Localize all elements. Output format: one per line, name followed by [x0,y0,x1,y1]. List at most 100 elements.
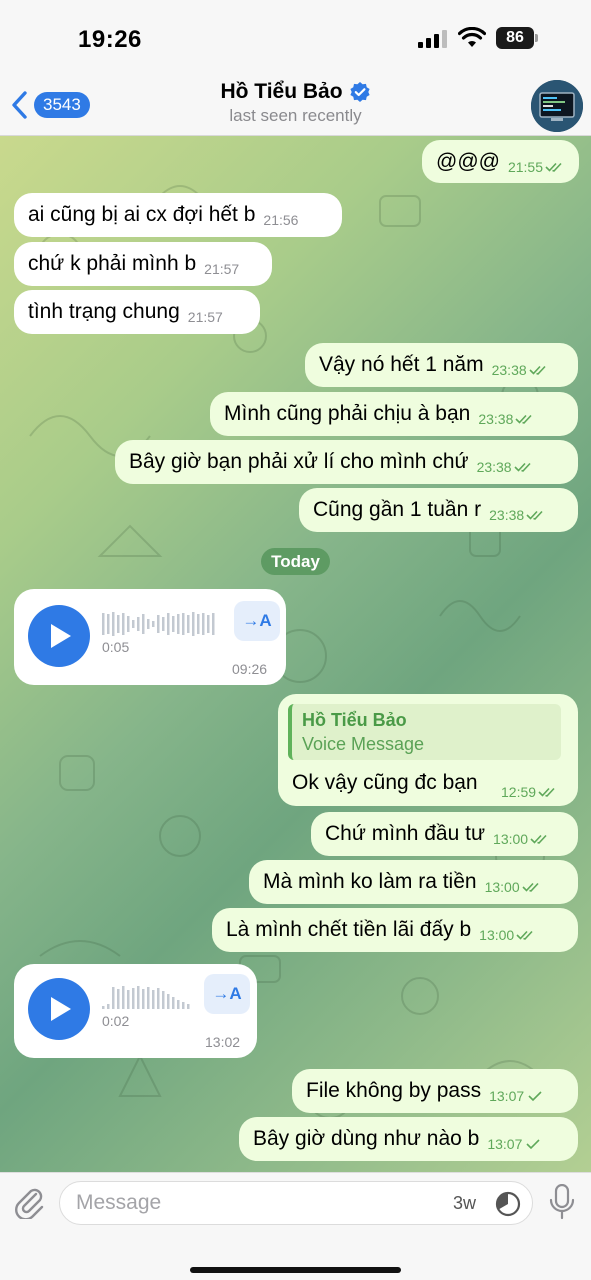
double-check-icon [522,882,539,892]
double-check-icon [514,462,531,472]
message-meta: 13:07 [487,1131,544,1157]
message-time: 21:56 [263,212,299,228]
message-outgoing-reply[interactable]: Hồ Tiểu Bảo Voice Message Ok vậy cũng đc… [278,694,578,806]
message-text: @@@ [436,149,500,173]
voice-waveform [102,986,190,1009]
home-indicator [190,1267,401,1273]
single-check-icon [526,1139,540,1150]
message-outgoing[interactable]: Cũng gần 1 tuần r 23:38 [299,488,578,532]
message-meta: 21:56 [263,207,298,233]
double-check-icon [515,414,532,424]
voice-duration: 0:05 [102,639,130,655]
message-meta: 23:38 [478,406,535,432]
chat-title[interactable]: Hồ Tiểu Bảo [220,80,370,104]
chat-area[interactable]: @@@ 21:55 ai cũng bị ai cx đợi hết b 21:… [0,136,591,1172]
timer-icon[interactable] [494,1190,522,1218]
mic-icon[interactable] [549,1184,575,1220]
message-meta: 23:38 [477,454,534,480]
contact-name: Hồ Tiểu Bảo [220,80,343,103]
message-meta: 21:57 [188,304,223,330]
date-separator: Today [261,548,330,575]
message-meta: 13:00 [485,874,542,900]
avatar-image [531,80,583,132]
message-text: Bây giờ dùng như nào b [253,1127,480,1150]
voice-time: 13:02 [205,1034,241,1050]
wifi-icon [458,27,486,47]
message-outgoing[interactable]: Mình cũng phải chịu à bạn 23:38 [210,392,578,436]
message-outgoing[interactable]: Là mình chết tiền lãi đấy b 13:00 [212,908,578,952]
timer-label: 3w [453,1193,477,1213]
message-text: Bây giờ bạn phải xử lí cho mình chứ [129,450,469,473]
voice-message[interactable]: 0:02 →A 13:02 [14,964,257,1058]
message-time: 23:38 [478,411,514,427]
message-outgoing[interactable]: Mà mình ko làm ra tiền 13:00 [249,860,578,904]
message-input-bar: 3w [0,1172,591,1280]
message-time: 23:38 [489,507,525,523]
play-icon [51,624,71,648]
reply-quote[interactable]: Hồ Tiểu Bảo Voice Message [288,704,561,760]
double-check-icon [526,510,543,520]
message-outgoing[interactable]: Chứ mình đầu tư 13:00 [311,812,578,856]
message-outgoing[interactable]: File không by pass 13:07 [292,1069,578,1113]
signal-icon [418,30,447,48]
contact-avatar[interactable] [531,80,583,132]
voice-duration: 0:02 [102,1013,130,1029]
transcribe-button[interactable]: →A [234,601,280,641]
message-time: 23:38 [491,362,527,378]
back-chevron-icon [12,91,27,119]
voice-message[interactable]: 0:05 →A 09:26 [14,589,286,685]
message-meta: 13:00 [479,922,536,948]
reply-quote-name: Hồ Tiểu Bảo [302,710,407,730]
message-incoming[interactable]: ai cũng bị ai cx đợi hết b 21:56 [14,193,342,237]
battery-tip [535,34,538,42]
message-outgoing[interactable]: Bây giờ dùng như nào b 13:07 [239,1117,578,1161]
attach-icon[interactable] [12,1185,46,1219]
status-time: 19:26 [78,26,142,53]
message-text: File không by pass [306,1079,482,1102]
message-text: Chứ mình đầu tư [325,822,486,845]
play-button[interactable] [28,605,90,667]
message-outgoing[interactable]: @@@ 21:55 [422,140,579,183]
message-outgoing[interactable]: Bây giờ bạn phải xử lí cho mình chứ 23:3… [115,440,578,484]
message-meta: 21:57 [204,256,239,282]
status-bar: 19:26 86 [0,0,591,78]
double-check-icon [538,787,555,797]
message-time: 21:55 [507,158,544,175]
message-text: Cũng gần 1 tuần r [313,498,482,521]
message-text: Ok vậy cũng đc bạn [292,771,478,794]
play-icon [51,997,71,1021]
chat-header: 3543 Hồ Tiểu Bảo last seen recently [0,78,591,136]
message-text: tình trạng chung [28,300,180,323]
unread-count-badge: 3543 [34,92,90,118]
message-meta: 23:38 [489,502,546,528]
play-button[interactable] [28,978,90,1040]
message-text: Mình cũng phải chịu à bạn [224,402,471,425]
battery-indicator: 86 [496,27,540,49]
message-text: Là mình chết tiền lãi đấy b [226,918,472,941]
message-incoming[interactable]: chứ k phải mình b 21:57 [14,242,272,286]
message-time: 13:00 [484,879,520,895]
message-incoming[interactable]: tình trạng chung 21:57 [14,290,260,334]
battery-level: 86 [496,27,534,49]
message-text: Vậy nó hết 1 năm [319,353,484,376]
message-time: 21:57 [187,309,223,325]
message-meta: 23:38 [492,357,549,383]
verified-icon [349,82,370,102]
transcribe-button[interactable]: →A [204,974,250,1014]
double-check-icon [530,834,547,844]
reply-quote-text: Voice Message [302,734,425,754]
message-time: 21:57 [204,261,240,277]
message-time: 12:59 [501,784,537,800]
message-input[interactable] [76,1182,436,1224]
back-button[interactable]: 3543 [8,88,90,122]
message-time: 23:38 [476,459,512,475]
message-text: chứ k phải mình b [28,252,197,275]
message-outgoing[interactable]: Vậy nó hết 1 năm 23:38 [305,343,578,387]
message-field[interactable]: 3w [59,1181,533,1225]
message-time: 13:00 [493,831,529,847]
double-check-icon [529,365,546,375]
message-time: 13:00 [479,927,515,943]
message-meta: 13:07 [489,1083,546,1109]
message-meta: 21:55 [508,154,565,180]
message-text: ai cũng bị ai cx đợi hết b [28,203,256,226]
